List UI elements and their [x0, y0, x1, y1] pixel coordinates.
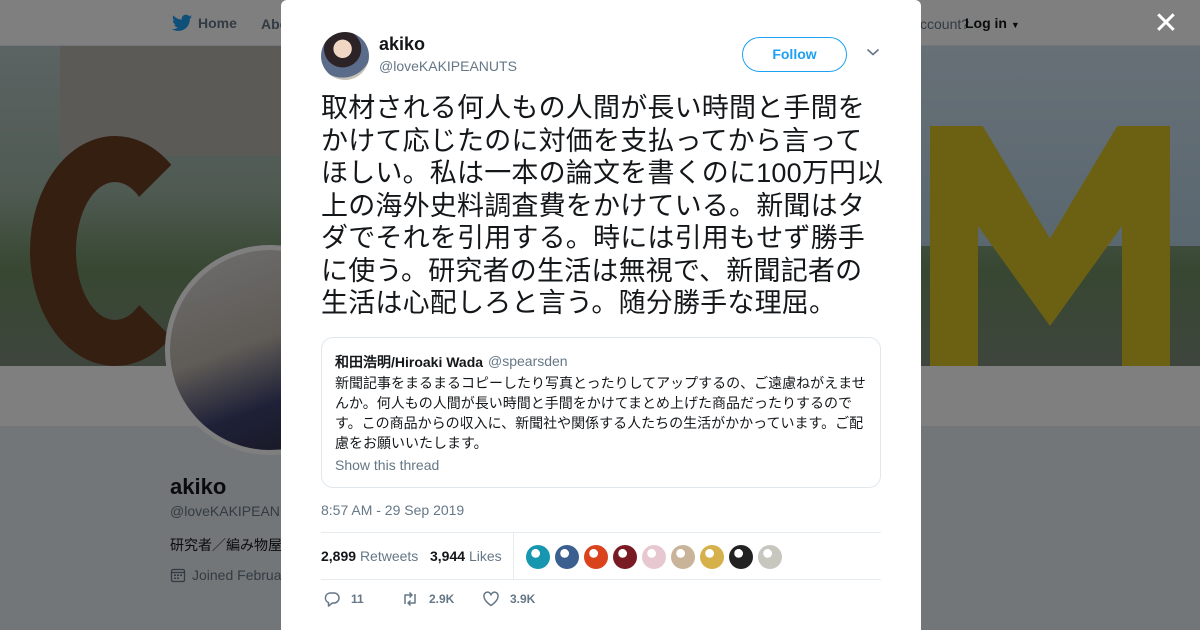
- grey-avatar[interactable]: [758, 545, 782, 569]
- tweet-stats: 2,899 Retweets 3,944 Likes: [321, 532, 881, 580]
- anime-dark-avatar[interactable]: [613, 545, 637, 569]
- retweets-stat[interactable]: 2,899 Retweets: [321, 548, 418, 564]
- show-thread-link[interactable]: Show this thread: [335, 457, 439, 473]
- retweets-count: 2,899: [321, 548, 357, 564]
- author-handle[interactable]: @loveKAKIPEANUTS: [379, 58, 517, 74]
- black-avatar[interactable]: [729, 545, 753, 569]
- chevron-down-icon[interactable]: [865, 44, 881, 60]
- quoted-tweet-text: 新聞記事をまるまるコピーしたり写真とったりしてアップするの、ご遠慮ねがえませんか…: [335, 375, 866, 451]
- quoted-author-handle: @spearsden: [488, 353, 568, 369]
- reply-icon: [324, 592, 340, 607]
- like-button[interactable]: 3.9K: [482, 590, 535, 608]
- retweet-icon: [404, 591, 416, 607]
- tweet-timestamp[interactable]: 8:57 AM - 29 Sep 2019: [321, 502, 464, 518]
- close-icon[interactable]: ✕: [1152, 9, 1180, 39]
- tweet-modal: akiko @loveKAKIPEANUTS Follow 取材される何人もの人…: [281, 0, 921, 630]
- quoted-author-name: 和田浩明/Hiroaki Wada: [335, 354, 484, 370]
- blue-figure-avatar[interactable]: [555, 545, 579, 569]
- author-name[interactable]: akiko: [379, 34, 425, 55]
- likers-avatars: [526, 545, 782, 569]
- stats-divider: [513, 533, 514, 579]
- follow-button[interactable]: Follow: [742, 37, 847, 72]
- heart-icon: [483, 591, 499, 607]
- like-count: 3.9K: [510, 592, 536, 606]
- retweet-count: 2.9K: [429, 592, 455, 606]
- likes-count: 3,944: [430, 548, 466, 564]
- retweets-label: Retweets: [359, 548, 419, 564]
- likes-stat[interactable]: 3,944 Likes: [430, 548, 502, 564]
- reply-button[interactable]: 11: [323, 590, 364, 608]
- tweet-actions: 11 2.9K 3.9K: [321, 590, 881, 612]
- teal-avatar[interactable]: [526, 545, 550, 569]
- reply-count: 11: [351, 592, 364, 606]
- anime-girl-avatar[interactable]: [671, 545, 695, 569]
- food-avatar[interactable]: [700, 545, 724, 569]
- quoted-tweet[interactable]: 和田浩明/Hiroaki Wada @spearsden 新聞記事をまるまるコピ…: [321, 337, 881, 488]
- retweet-button[interactable]: 2.9K: [401, 590, 454, 608]
- likes-label: Likes: [468, 548, 502, 564]
- tweet-text: 取材される何人もの人間が長い時間と手間をかけて応じたのに対価を支払ってから言って…: [321, 93, 884, 318]
- red-avatar[interactable]: [584, 545, 608, 569]
- author-avatar[interactable]: [321, 32, 369, 80]
- pink-avatar[interactable]: [642, 545, 666, 569]
